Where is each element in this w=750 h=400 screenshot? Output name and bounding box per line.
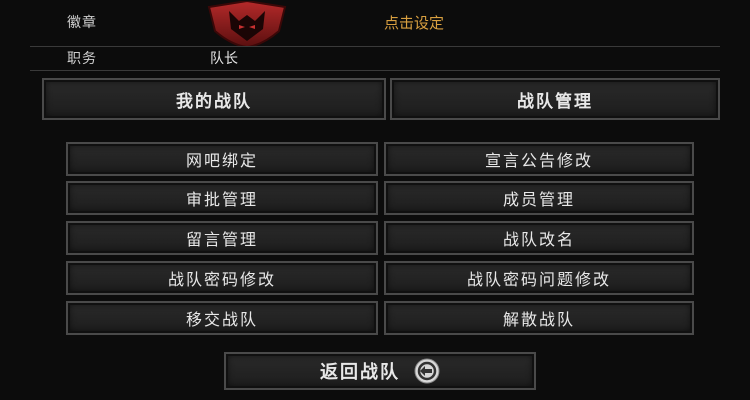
- change-password-question-button[interactable]: 战队密码问题修改: [384, 261, 694, 295]
- shield-emblem-graphic: [207, 1, 287, 47]
- member-management-button[interactable]: 成员管理: [384, 181, 694, 215]
- disband-team-button[interactable]: 解散战队: [384, 301, 694, 335]
- circular-arrow-icon: [414, 358, 440, 384]
- set-emblem-link[interactable]: 点击设定: [384, 12, 444, 33]
- change-password-button[interactable]: 战队密码修改: [66, 261, 378, 295]
- emblem-label: 徽章: [67, 15, 97, 31]
- role-label: 职务: [67, 51, 97, 67]
- approval-management-button[interactable]: 审批管理: [66, 181, 378, 215]
- rename-team-button[interactable]: 战队改名: [384, 221, 694, 255]
- transfer-team-button[interactable]: 移交战队: [66, 301, 378, 335]
- tab-team-management[interactable]: 战队管理: [390, 78, 720, 120]
- separator: [30, 70, 720, 71]
- back-button-label: 返回战队: [320, 362, 400, 383]
- role-value: 队长: [210, 51, 238, 67]
- netcafe-bind-button[interactable]: 网吧绑定: [66, 142, 378, 176]
- tab-my-team[interactable]: 我的战队: [42, 78, 386, 120]
- emblem-icon[interactable]: [199, 1, 295, 47]
- message-management-button[interactable]: 留言管理: [66, 221, 378, 255]
- back-to-team-button[interactable]: 返回战队: [224, 352, 536, 390]
- separator: [30, 46, 720, 47]
- edit-announcement-button[interactable]: 宣言公告修改: [384, 142, 694, 176]
